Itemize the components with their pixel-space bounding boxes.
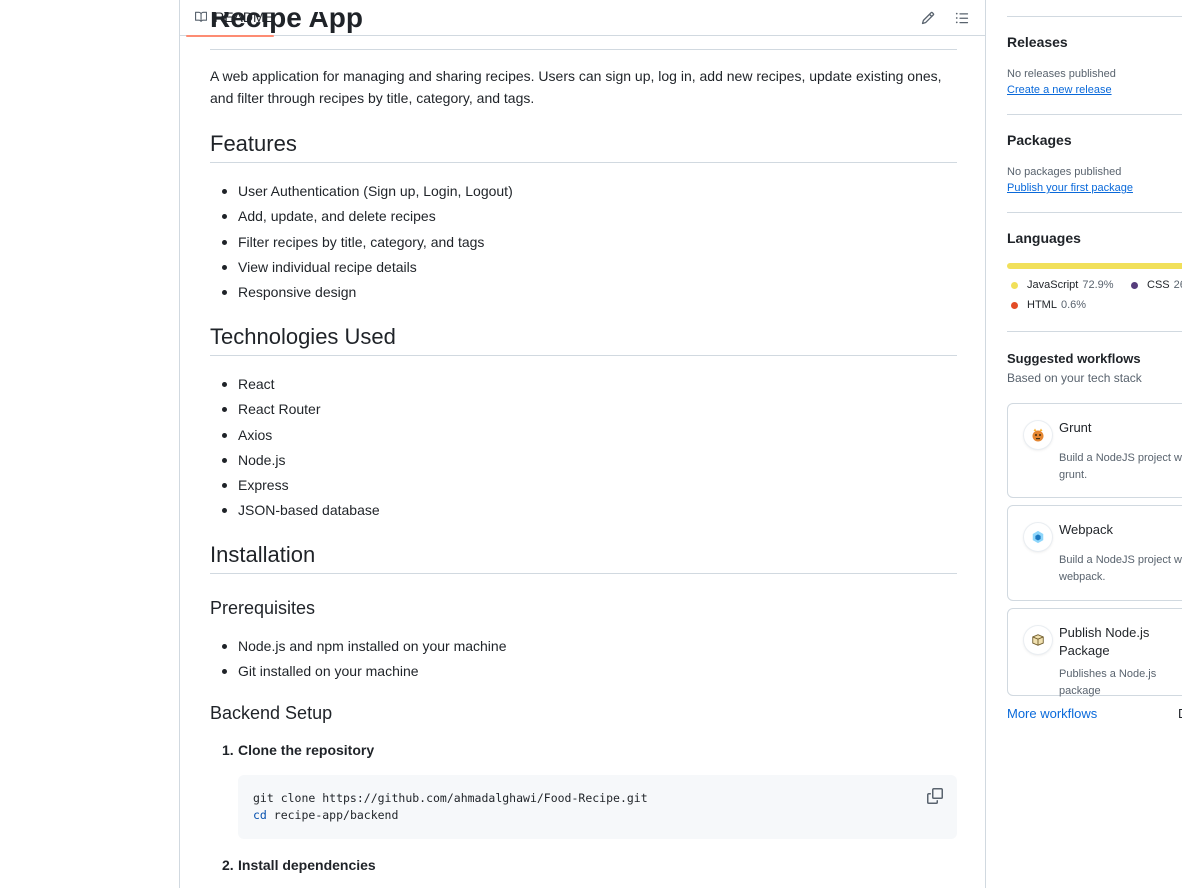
language-dot: [1011, 301, 1018, 309]
more-workflows-link[interactable]: More workflows: [1007, 706, 1097, 721]
readme-title: Recipe App: [210, 12, 363, 33]
languages-bar: [1007, 263, 1182, 269]
workflow-description: Publishes a Node.js package: [1059, 668, 1157, 697]
workflow-title: Webpack: [1059, 522, 1113, 537]
copy-icon: [927, 788, 943, 804]
dismiss-link-clipped[interactable]: D: [1178, 706, 1182, 721]
language-html[interactable]: HTML 0.6%: [1007, 299, 1086, 311]
language-dot: [1011, 281, 1018, 289]
language-name: CSS: [1147, 279, 1170, 291]
packages-empty-text: No packages published: [1007, 166, 1122, 178]
step-number: 1.: [222, 742, 234, 758]
list-item: React Router: [222, 397, 380, 422]
language-percent: 0.6%: [1060, 299, 1087, 311]
divider: [1007, 114, 1182, 115]
language-percent: 26: [1173, 279, 1182, 291]
list-item: React: [222, 372, 380, 397]
language-name: HTML: [1027, 299, 1057, 311]
code-keyword: cd: [253, 808, 267, 822]
publish-package-link[interactable]: Publish your first package: [1007, 182, 1133, 194]
divider: [1007, 212, 1182, 213]
language-css[interactable]: CSS 26: [1127, 279, 1182, 291]
releases-empty-text: No releases published: [1007, 68, 1116, 80]
workflow-description: Build a NodeJS project with webpack.: [1059, 554, 1182, 583]
book-icon: [195, 11, 208, 22]
technologies-heading: Technologies Used: [210, 324, 957, 356]
list-item: Axios: [222, 423, 380, 448]
workflow-card-publish-node[interactable]: Publish Node.js Package Publishes a Node…: [1007, 608, 1182, 697]
code-block: git clone https://github.com/ahmadalghaw…: [238, 775, 957, 839]
list-item: Node.js: [222, 448, 380, 473]
step-label: Clone the repository: [238, 742, 375, 758]
language-percent: 72.9%: [1082, 279, 1114, 291]
workflows-title: Suggested workflows: [1007, 351, 1141, 366]
prerequisites-list: Node.js and npm installed on your machin…: [222, 634, 507, 685]
features-list: User Authentication (Sign up, Login, Log…: [222, 179, 513, 305]
workflow-description: Build a NodeJS project with grunt.: [1059, 452, 1182, 481]
webpack-icon: [1024, 523, 1052, 551]
code-line: cd recipe-app/backend: [253, 808, 398, 822]
code-line: git clone https://github.com/ahmadalghaw…: [253, 791, 648, 805]
list-unordered-icon: [955, 12, 969, 24]
releases-title[interactable]: Releases: [1007, 34, 1068, 50]
language-name: JavaScript: [1027, 279, 1079, 291]
backend-setup-heading: Backend Setup: [210, 703, 333, 723]
list-item: Git installed on your machine: [222, 659, 507, 684]
list-item: Add, update, and delete recipes: [222, 204, 513, 229]
package-icon: [1024, 626, 1052, 654]
list-item: Filter recipes by title, category, and t…: [222, 230, 513, 255]
languages-title: Languages: [1007, 230, 1081, 246]
list-item: Node.js and npm installed on your machin…: [222, 634, 507, 659]
repo-sidebar: Releases No releases published Create a …: [1007, 0, 1182, 888]
packages-title[interactable]: Packages: [1007, 132, 1072, 148]
list-item: User Authentication (Sign up, Login, Log…: [222, 179, 513, 204]
list-item: 1. Clone the repository: [222, 742, 375, 758]
language-dot: [1131, 281, 1138, 289]
create-release-link[interactable]: Create a new release: [1007, 84, 1112, 96]
list-item: Responsive design: [222, 280, 513, 305]
list-item: View individual recipe details: [222, 255, 513, 280]
features-heading: Features: [210, 131, 957, 163]
readme-panel: README Recipe App A web application for …: [179, 0, 986, 888]
setup-steps-continued: 2. Install dependencies: [222, 857, 376, 873]
workflow-card-grunt[interactable]: Grunt Build a NodeJS project with grunt.: [1007, 403, 1182, 498]
list-item: JSON-based database: [222, 498, 380, 523]
language-javascript[interactable]: JavaScript 72.9%: [1007, 279, 1114, 291]
divider: [1007, 331, 1182, 332]
step-label: Install dependencies: [238, 857, 376, 873]
intro-paragraph: A web application for managing and shari…: [210, 68, 942, 106]
setup-steps: 1. Clone the repository: [222, 742, 375, 758]
step-number: 2.: [222, 857, 234, 873]
technologies-list: React React Router Axios Node.js Express…: [222, 372, 380, 524]
workflow-card-webpack[interactable]: Webpack Build a NodeJS project with webp…: [1007, 505, 1182, 601]
grunt-icon: [1024, 421, 1052, 449]
prerequisites-heading: Prerequisites: [210, 598, 316, 618]
workflow-title: Publish Node.js Package: [1059, 625, 1150, 658]
code-text: recipe-app/backend: [266, 808, 399, 822]
list-item: Express: [222, 473, 380, 498]
copy-button[interactable]: [927, 788, 943, 804]
workflows-subtitle: Based on your tech stack: [1007, 371, 1142, 385]
readme-title-clipped: Recipe App: [210, 12, 957, 50]
list-item: 2. Install dependencies: [222, 857, 376, 873]
installation-heading: Installation: [210, 542, 957, 574]
divider: [1007, 16, 1182, 17]
workflow-title: Grunt: [1059, 420, 1092, 435]
